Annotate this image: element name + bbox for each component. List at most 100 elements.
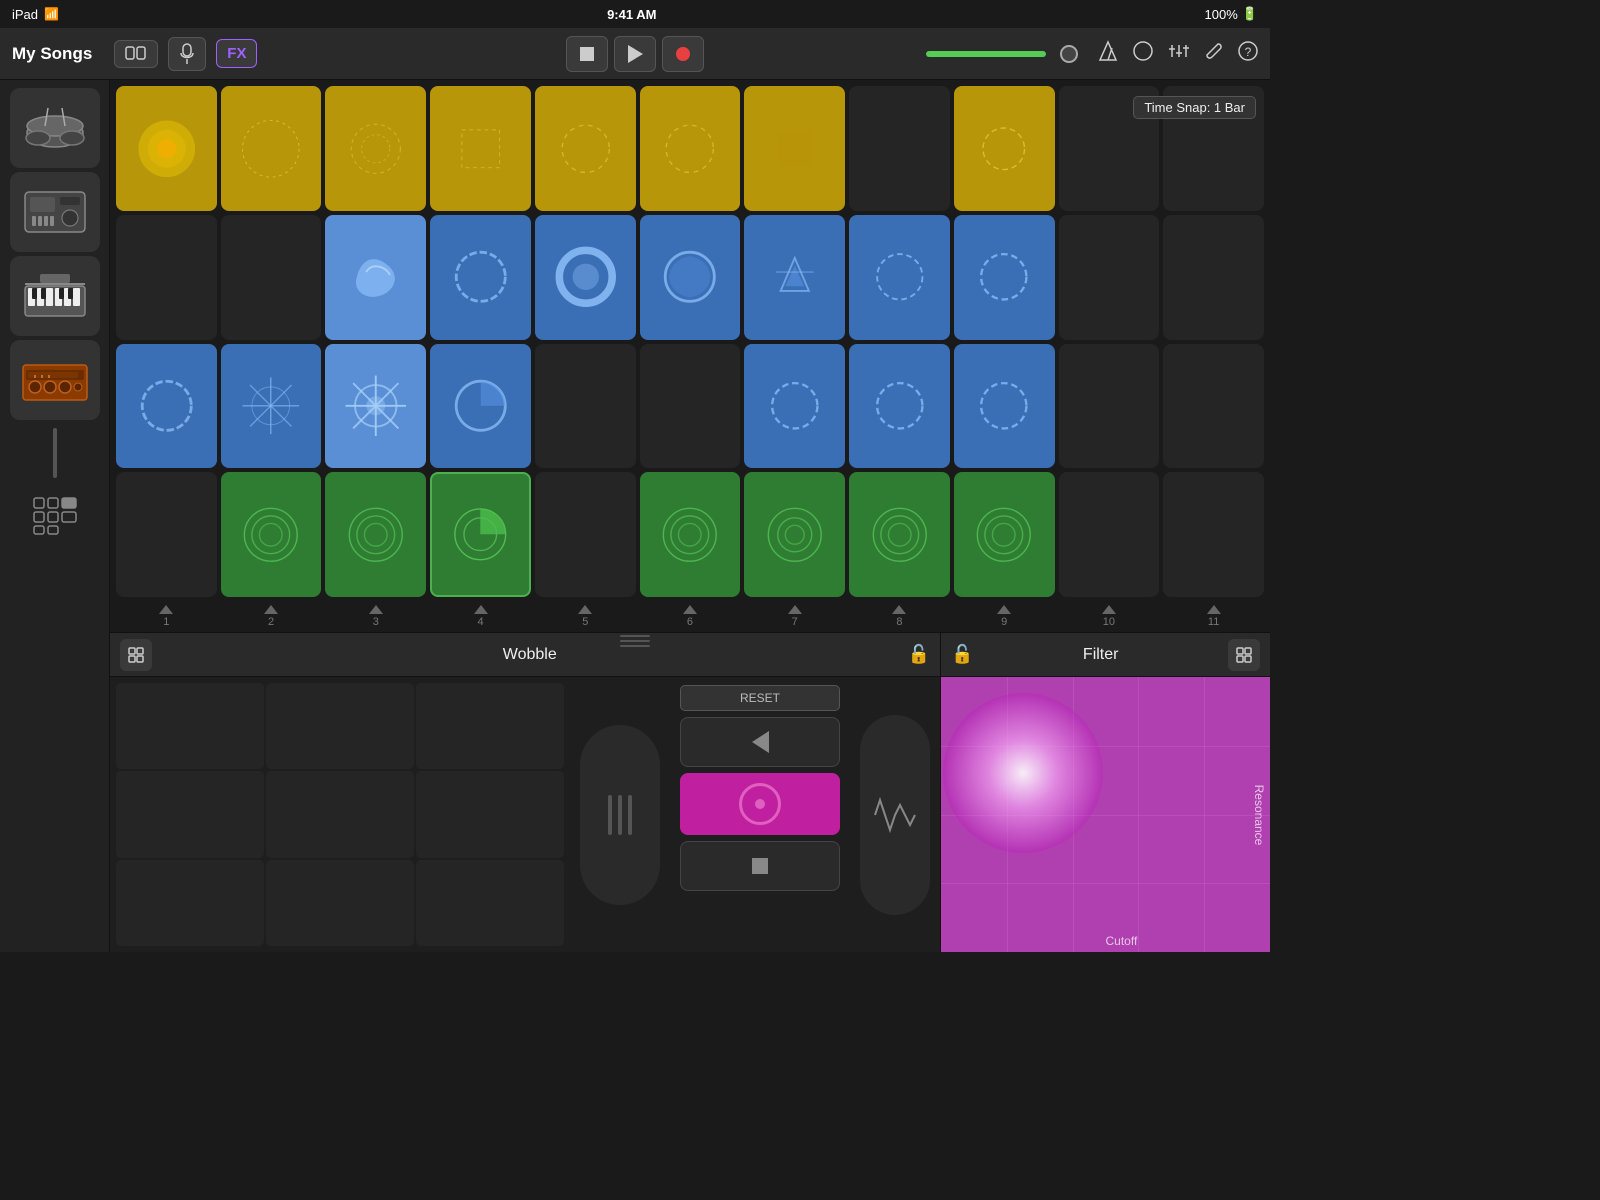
wg-cell-3[interactable] bbox=[416, 683, 564, 769]
col-up-2[interactable] bbox=[264, 605, 278, 614]
pad-r1c9[interactable] bbox=[954, 86, 1055, 211]
col-up-1[interactable] bbox=[159, 605, 173, 614]
pad-r4c6[interactable] bbox=[640, 472, 741, 597]
stop-button[interactable] bbox=[566, 36, 608, 72]
pad-r4c7[interactable] bbox=[744, 472, 845, 597]
reset-button[interactable]: RESET bbox=[680, 685, 840, 711]
volume-bar[interactable] bbox=[926, 51, 1046, 57]
loop-button[interactable] bbox=[114, 40, 158, 68]
pad-r4c10[interactable] bbox=[1059, 472, 1160, 597]
wrench-icon[interactable] bbox=[1204, 41, 1224, 66]
wobble-lock-icon[interactable]: 🔓 bbox=[908, 644, 930, 665]
col-num-6: 6 bbox=[687, 616, 693, 628]
pad-r2c8[interactable] bbox=[849, 215, 950, 340]
col-up-4[interactable] bbox=[474, 605, 488, 614]
wobble-right bbox=[850, 677, 940, 952]
speech-icon[interactable] bbox=[1132, 41, 1154, 66]
pad-r2c11[interactable] bbox=[1163, 215, 1264, 340]
col-up-9[interactable] bbox=[997, 605, 1011, 614]
pad-r2c1[interactable] bbox=[116, 215, 217, 340]
record-button[interactable] bbox=[662, 36, 704, 72]
pad-r2c4[interactable] bbox=[430, 215, 531, 340]
col-up-8[interactable] bbox=[892, 605, 906, 614]
pad-r1c7[interactable] bbox=[744, 86, 845, 211]
drag-handle[interactable] bbox=[615, 632, 655, 650]
pad-r3c5[interactable] bbox=[535, 344, 636, 469]
metronome-icon[interactable] bbox=[1098, 40, 1118, 67]
pad-r3c10[interactable] bbox=[1059, 344, 1160, 469]
wg-cell-6[interactable] bbox=[416, 771, 564, 857]
pad-r1c6[interactable] bbox=[640, 86, 741, 211]
pad-r2c3[interactable] bbox=[325, 215, 426, 340]
mixer-icon[interactable] bbox=[1168, 41, 1190, 66]
fx-button[interactable]: FX bbox=[216, 39, 257, 68]
svg-text:?: ? bbox=[1245, 45, 1252, 59]
pad-r2c10[interactable] bbox=[1059, 215, 1160, 340]
pad-r2c7[interactable] bbox=[744, 215, 845, 340]
pad-r3c1[interactable] bbox=[116, 344, 217, 469]
filter-header: 🔓 Filter bbox=[941, 633, 1270, 677]
pad-r4c8[interactable] bbox=[849, 472, 950, 597]
wg-cell-7[interactable] bbox=[116, 860, 264, 946]
col-up-5[interactable] bbox=[578, 605, 592, 614]
pad-r1c4[interactable] bbox=[430, 86, 531, 211]
pad-r1c2[interactable] bbox=[221, 86, 322, 211]
waveform-pill[interactable] bbox=[860, 715, 930, 915]
wg-cell-8[interactable] bbox=[266, 860, 414, 946]
pad-r4c9[interactable] bbox=[954, 472, 1055, 597]
volume-knob[interactable] bbox=[1060, 45, 1078, 63]
pad-r3c4[interactable] bbox=[430, 344, 531, 469]
pad-r4c11[interactable] bbox=[1163, 472, 1264, 597]
pad-r2c9[interactable] bbox=[954, 215, 1055, 340]
sidebar-item-keyboard[interactable] bbox=[10, 256, 100, 336]
mic-button[interactable] bbox=[168, 37, 206, 71]
col-ctrl-2: 2 bbox=[221, 605, 322, 628]
col-num-4: 4 bbox=[477, 616, 483, 628]
filter-body[interactable]: Cutoff Resonance bbox=[941, 677, 1270, 952]
pad-r3c6[interactable] bbox=[640, 344, 741, 469]
turntable-button[interactable] bbox=[680, 773, 840, 835]
filter-lock-icon[interactable]: 🔓 bbox=[951, 644, 973, 665]
pad-r3c7[interactable] bbox=[744, 344, 845, 469]
wg-cell-5[interactable] bbox=[266, 771, 414, 857]
col-up-3[interactable] bbox=[369, 605, 383, 614]
pad-r2c5[interactable] bbox=[535, 215, 636, 340]
play-button[interactable] bbox=[614, 36, 656, 72]
wobble-left-icon-btn[interactable] bbox=[120, 639, 152, 671]
pad-r3c2[interactable] bbox=[221, 344, 322, 469]
pad-r3c3[interactable] bbox=[325, 344, 426, 469]
toolbar-right-icons: ? bbox=[1098, 40, 1258, 67]
sidebar-item-patterns[interactable] bbox=[10, 486, 100, 546]
wg-cell-9[interactable] bbox=[416, 860, 564, 946]
pad-r3c8[interactable] bbox=[849, 344, 950, 469]
pad-r4c2[interactable] bbox=[221, 472, 322, 597]
wg-cell-4[interactable] bbox=[116, 771, 264, 857]
col-up-10[interactable] bbox=[1102, 605, 1116, 614]
col-up-6[interactable] bbox=[683, 605, 697, 614]
pad-r2c2[interactable] bbox=[221, 215, 322, 340]
pad-r1c1[interactable] bbox=[116, 86, 217, 211]
pad-r1c5[interactable] bbox=[535, 86, 636, 211]
wg-cell-2[interactable] bbox=[266, 683, 414, 769]
pad-r1c8[interactable] bbox=[849, 86, 950, 211]
pill-control[interactable] bbox=[580, 725, 660, 905]
filter-right-icon-btn[interactable] bbox=[1228, 639, 1260, 671]
wg-cell-1[interactable] bbox=[116, 683, 264, 769]
pad-r1c3[interactable] bbox=[325, 86, 426, 211]
pad-r4c1[interactable] bbox=[116, 472, 217, 597]
sidebar-item-beatmachine[interactable] bbox=[10, 172, 100, 252]
help-icon[interactable]: ? bbox=[1238, 41, 1258, 66]
pad-r4c5[interactable] bbox=[535, 472, 636, 597]
filter-grid-v2 bbox=[1073, 677, 1074, 952]
col-up-7[interactable] bbox=[788, 605, 802, 614]
pad-r4c3[interactable] bbox=[325, 472, 426, 597]
stop-playback-button[interactable] bbox=[680, 841, 840, 891]
reverse-button[interactable] bbox=[680, 717, 840, 767]
sidebar-item-synth[interactable] bbox=[10, 340, 100, 420]
pad-r2c6[interactable] bbox=[640, 215, 741, 340]
sidebar-item-drums[interactable] bbox=[10, 88, 100, 168]
col-up-11[interactable] bbox=[1207, 605, 1221, 614]
pad-r3c9[interactable] bbox=[954, 344, 1055, 469]
pad-r3c11[interactable] bbox=[1163, 344, 1264, 469]
pad-r4c4[interactable] bbox=[430, 472, 531, 597]
